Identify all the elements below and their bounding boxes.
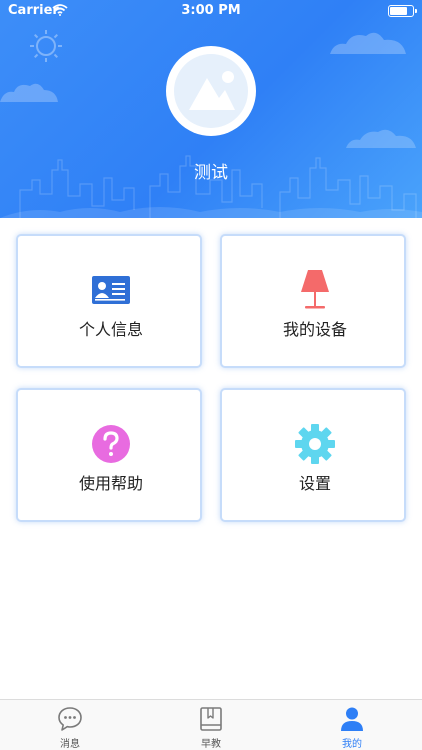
tab-early-education[interactable]: 早教 xyxy=(141,700,281,750)
tab-mine[interactable]: 我的 xyxy=(282,700,422,750)
image-placeholder-icon xyxy=(189,71,235,110)
help-card[interactable]: 使用帮助 xyxy=(16,388,202,522)
personal-info-card[interactable]: 个人信息 xyxy=(16,234,202,368)
gear-icon xyxy=(295,424,335,464)
tab-early-education-label: 早教 xyxy=(201,739,221,750)
sun-icon xyxy=(30,30,62,62)
person-icon xyxy=(341,707,363,731)
tab-mine-label: 我的 xyxy=(342,739,362,750)
avatar[interactable] xyxy=(166,46,256,136)
settings-label: 设置 xyxy=(298,474,331,493)
help-circle-icon xyxy=(92,425,130,463)
cloud-icon xyxy=(346,129,416,148)
battery-level xyxy=(390,7,407,15)
cloud-icon xyxy=(0,83,58,102)
status-bar: Carrier 3:00 PM xyxy=(0,0,422,22)
id-card-icon xyxy=(92,276,130,304)
chat-bubble-icon xyxy=(58,707,82,731)
my-devices-label: 我的设备 xyxy=(282,320,347,339)
tab-bar: 消息 早教 我的 xyxy=(0,699,422,750)
cloud-icon xyxy=(330,32,406,54)
tab-messages[interactable]: 消息 xyxy=(0,700,140,750)
help-label: 使用帮助 xyxy=(78,474,143,493)
username-label: 测试 xyxy=(194,163,228,183)
my-devices-card[interactable]: 我的设备 xyxy=(220,234,406,368)
clock-label: 3:00 PM xyxy=(181,3,241,18)
tab-messages-label: 消息 xyxy=(60,739,80,750)
lamp-icon xyxy=(301,270,329,309)
personal-info-label: 个人信息 xyxy=(78,320,143,339)
settings-card[interactable]: 设置 xyxy=(220,388,406,522)
book-icon xyxy=(200,707,222,731)
battery-icon xyxy=(388,5,417,17)
profile-header: Carrier 3:00 PM 测试 xyxy=(0,0,422,218)
menu-grid: 个人信息 我的设备 使用帮助 设置 xyxy=(16,234,406,522)
